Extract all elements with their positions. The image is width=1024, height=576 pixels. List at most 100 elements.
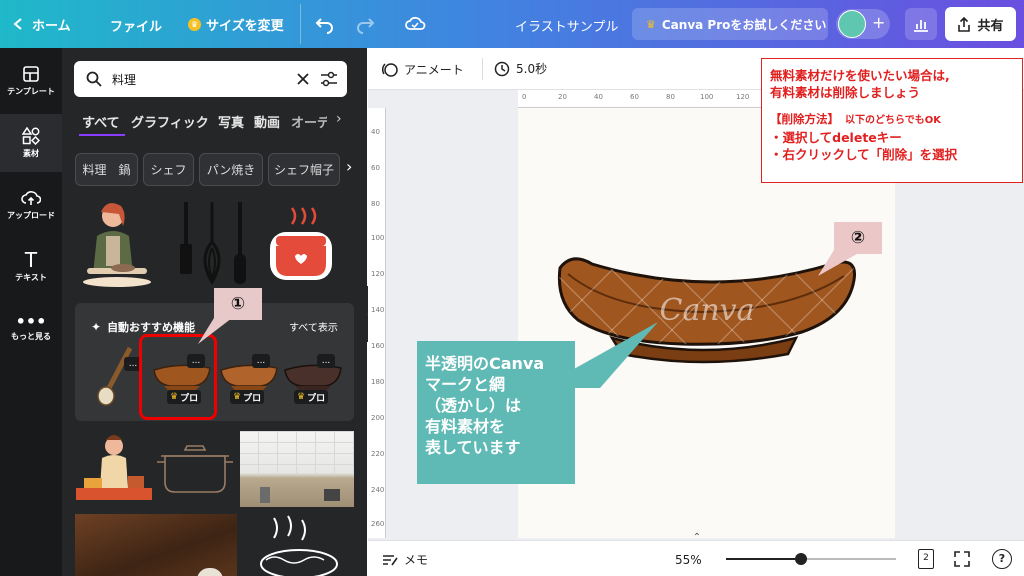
fullscreen-icon[interactable] [954, 551, 970, 567]
file-menu[interactable]: ファイル [110, 16, 162, 35]
chips-next-icon[interactable]: › [346, 157, 352, 176]
more-options-button[interactable]: ... [252, 354, 270, 368]
duration-button[interactable]: 5.0秒 [494, 60, 547, 77]
pro-label: プロ [307, 393, 326, 404]
tab-audio[interactable]: オーデ [291, 112, 327, 131]
note-line: 無料素材だけを使いたい場合は, [770, 68, 950, 83]
notes-button[interactable]: メモ [382, 551, 428, 568]
ruler-tick: 60 [371, 164, 380, 172]
rail-elements[interactable]: 素材 [0, 114, 62, 172]
rail-more[interactable]: ••• もっと見る [0, 300, 62, 358]
clear-icon[interactable] [296, 72, 310, 86]
add-collaborator-icon[interactable]: + [872, 13, 885, 32]
hot-pot-sticker[interactable] [266, 204, 336, 288]
chip-chef[interactable]: シェフ [143, 153, 194, 186]
duration-label: 5.0秒 [516, 62, 548, 76]
rail-uploads[interactable]: アップロード [0, 176, 62, 234]
search-bar[interactable]: 料理 [74, 61, 347, 97]
undo-icon[interactable] [315, 14, 335, 34]
ruler-tick: 100 [371, 234, 385, 242]
zoom-value[interactable]: 55% [675, 553, 702, 567]
template-icon [23, 66, 39, 82]
pro-badge: ♛ プロ [230, 390, 265, 404]
ruler-tick: 80 [371, 200, 380, 208]
wood-table-photo[interactable] [75, 514, 237, 576]
ruler-tick: 140 [371, 306, 385, 314]
kitchen-photo[interactable] [240, 431, 354, 507]
insights-button[interactable] [905, 8, 937, 40]
tile-wall [240, 431, 354, 475]
ruler-tick: 20 [558, 93, 567, 101]
zoom-slider-knob[interactable] [795, 553, 807, 565]
rail-label: アップロード [7, 211, 55, 220]
ruler-tick: 0 [522, 93, 527, 101]
animate-icon [381, 63, 398, 77]
see-all-link[interactable]: すべて表示 [289, 319, 338, 334]
ruler-tick: 260 [371, 520, 385, 528]
home-label: ホーム [32, 18, 71, 34]
ruler-tick: 40 [594, 93, 603, 101]
callout-line: 有料素材を [425, 417, 506, 436]
cloud-saved-icon[interactable] [404, 13, 426, 35]
chip-baking[interactable]: パン焼き [199, 153, 263, 186]
tabs-next-icon[interactable]: › [336, 111, 342, 127]
note-line: 以下のどちらでもOK [845, 115, 941, 126]
bottom-bar: メモ 55% 2 ? [368, 540, 1024, 576]
clock-icon [494, 61, 510, 76]
zoom-slider-fill [726, 558, 801, 560]
frying-pan-line-art[interactable] [244, 514, 354, 576]
kitchen-item [324, 489, 340, 501]
cooking-woman-illustration[interactable] [77, 196, 153, 290]
canva-watermark: Canva [660, 293, 755, 328]
crown-icon: ♛ [297, 392, 306, 402]
help-button[interactable]: ? [992, 549, 1012, 569]
canva-pro-trial-button[interactable]: ♛ Canva Proをお試しください [632, 8, 828, 40]
pot-line-art[interactable] [155, 438, 235, 498]
kitchen-utensils-illustration[interactable] [172, 198, 256, 288]
home-button[interactable]: ホーム [12, 12, 71, 36]
rail-label: 素材 [23, 149, 39, 158]
page-count-icon[interactable]: 2 [918, 549, 934, 569]
animate-label: アニメート [404, 62, 464, 77]
rail-label: もっと見る [11, 332, 51, 341]
avatar[interactable] [838, 10, 866, 38]
active-tab-indicator [79, 134, 125, 136]
sparkle-icon: ✦ [91, 320, 102, 334]
callout-line: 表しています [425, 438, 521, 457]
design-title[interactable]: イラストサンプル [515, 16, 618, 35]
chip-cooking-pot[interactable]: 料理 鍋 [75, 153, 138, 186]
bar-chart-icon [914, 20, 928, 32]
ruler-tick: 120 [736, 93, 750, 101]
resize-button[interactable]: ♛ サイズを変更 [188, 12, 284, 36]
highlight-frame [139, 334, 217, 420]
chef-woman-illustration[interactable] [76, 432, 152, 500]
note-line: ・選択してdeleteキー [770, 130, 902, 145]
dots-label: ... [321, 356, 331, 366]
rail-text[interactable]: T テキスト [0, 238, 62, 296]
tab-videos[interactable]: 動画 [254, 112, 280, 131]
rail-label: テキスト [15, 273, 47, 282]
more-options-button[interactable]: ... [317, 354, 335, 368]
divider [300, 4, 301, 44]
redo-icon[interactable] [355, 14, 375, 34]
rail-templates[interactable]: テンプレート [0, 52, 62, 110]
animate-button[interactable]: アニメート [380, 60, 464, 78]
kitchen-item [260, 487, 270, 503]
share-button[interactable]: 共有 [945, 7, 1016, 41]
collaborators[interactable]: + [836, 9, 890, 39]
zoom-slider[interactable] [726, 553, 896, 565]
ruler-tick: 60 [630, 93, 639, 101]
divider [482, 58, 483, 80]
tab-photos[interactable]: 写真 [218, 112, 244, 131]
chip-chef-hat[interactable]: シェフ帽子 [268, 153, 340, 186]
tab-all[interactable]: すべて [82, 112, 120, 131]
share-upload-icon [958, 16, 971, 32]
text-icon: T [24, 248, 38, 272]
top-bar: ホーム ファイル ♛ サイズを変更 イラストサンプル ♛ Canva Proをお… [0, 0, 1024, 48]
search-input[interactable]: 料理 [112, 71, 136, 88]
tab-graphics[interactable]: グラフィック [131, 112, 209, 131]
chevron-left-icon [13, 18, 22, 30]
filter-icon[interactable] [320, 70, 338, 88]
ruler-tick: 180 [371, 378, 385, 386]
note-line: 有料素材は削除しましょう [770, 85, 921, 100]
